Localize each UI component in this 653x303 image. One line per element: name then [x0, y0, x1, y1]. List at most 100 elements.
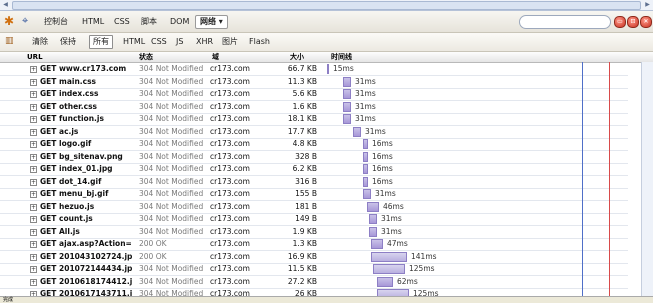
tab-script[interactable]: 脚本 — [141, 16, 157, 28]
expand-icon[interactable]: + — [30, 203, 37, 211]
request-url: GET count.js — [40, 214, 93, 223]
scroll-right-arrow-icon[interactable]: ▶ — [643, 1, 652, 8]
request-size: 11.3 KB — [287, 76, 317, 86]
filter-css[interactable]: CSS — [151, 36, 167, 48]
scroll-left-arrow-icon[interactable]: ◀ — [1, 1, 10, 8]
request-row[interactable]: + GET logo.gif 304 Not Modified cr173.com 4.… — [0, 138, 628, 151]
filter-images[interactable]: 图片 — [222, 36, 238, 48]
expand-icon[interactable]: + — [30, 178, 37, 186]
request-status: 304 Not Modified — [139, 76, 204, 86]
expand-icon[interactable]: + — [30, 278, 37, 286]
request-status: 304 Not Modified — [139, 64, 204, 73]
column-url[interactable]: URL — [27, 53, 43, 62]
timeline-bar — [369, 226, 377, 237]
request-status: 304 Not Modified — [139, 201, 204, 211]
request-size: 4.8 KB — [292, 139, 317, 148]
tab-net[interactable]: 网络 ▾ — [195, 15, 228, 29]
timeline-bar — [373, 264, 405, 274]
filter-xhr[interactable]: XHR — [196, 36, 213, 48]
timeline-bar — [363, 139, 368, 149]
expand-icon[interactable]: + — [30, 103, 37, 111]
request-row[interactable]: + GET count.js 304 Not Modified cr173.com 14… — [0, 213, 628, 226]
expand-icon[interactable]: + — [30, 191, 37, 198]
search-input[interactable] — [519, 15, 611, 29]
expand-icon[interactable]: + — [30, 241, 37, 248]
request-url: GET main.css — [40, 76, 97, 86]
expand-icon[interactable]: + — [30, 166, 37, 173]
column-status[interactable]: 状态 — [139, 53, 153, 62]
vertical-scrollbar[interactable] — [641, 62, 653, 296]
request-status: 304 Not Modified — [139, 164, 204, 173]
request-status: 200 OK — [139, 251, 167, 261]
tab-console[interactable]: 控制台 — [44, 16, 68, 28]
tab-css[interactable]: CSS — [114, 16, 130, 28]
request-url: GET 2010618174412.j — [40, 276, 133, 286]
request-url: GET 201072144434.jp — [40, 264, 133, 273]
request-row[interactable]: + GET 201072144434.jp 304 Not Modified cr17… — [0, 263, 628, 276]
request-row[interactable]: + GET ac.js 304 Not Modified cr173.com 17.7 … — [0, 126, 628, 139]
request-status: 304 Not Modified — [139, 214, 204, 223]
request-row[interactable]: + GET other.css 304 Not Modified cr173.com 1… — [0, 101, 628, 114]
expand-icon[interactable]: + — [30, 66, 37, 73]
clear-button[interactable]: 清除 — [32, 36, 48, 48]
detach-icon[interactable]: ⊡ — [627, 16, 639, 28]
tab-html[interactable]: HTML — [82, 16, 104, 28]
request-row[interactable]: + GET function.js 304 Not Modified cr173.co… — [0, 113, 628, 126]
expand-icon[interactable]: + — [30, 78, 37, 86]
request-row[interactable]: + GET index_01.jpg 304 Not Modified cr173.c… — [0, 163, 628, 176]
request-row[interactable]: + GET 201043102724.jp 200 OK cr173.com 16.9 … — [0, 251, 628, 264]
timeline-bar — [363, 164, 368, 174]
expand-icon[interactable]: + — [30, 266, 37, 273]
request-row[interactable]: + GET index.css 304 Not Modified cr173.com 5… — [0, 88, 628, 101]
request-url: GET logo.gif — [40, 139, 92, 148]
request-time: 16ms — [372, 176, 393, 186]
filter-html[interactable]: HTML — [123, 36, 145, 48]
request-row[interactable]: + GET main.css 304 Not Modified cr173.com 11… — [0, 76, 628, 89]
close-icon[interactable]: ✕ — [640, 16, 652, 28]
expand-icon[interactable]: + — [30, 153, 37, 161]
column-size[interactable]: 大小 — [290, 53, 304, 62]
filter-flash[interactable]: Flash — [249, 36, 270, 48]
request-row[interactable]: + GET bg_sitenav.png 304 Not Modified cr173… — [0, 151, 628, 164]
expand-icon[interactable]: + — [30, 141, 37, 148]
request-size: 149 B — [295, 214, 317, 223]
expand-icon[interactable]: + — [30, 253, 37, 261]
request-row[interactable]: + GET www.cr173.com 304 Not Modified cr173.… — [0, 63, 628, 76]
expand-icon[interactable]: + — [30, 216, 37, 223]
request-url: GET All.js — [40, 226, 80, 236]
request-url: GET www.cr173.com — [40, 64, 127, 73]
request-url: GET bg_sitenav.png — [40, 151, 123, 161]
request-size: 6.2 KB — [292, 164, 317, 173]
request-row[interactable]: + GET 2010618174412.j 304 Not Modified cr17… — [0, 276, 628, 289]
request-time: 31ms — [365, 126, 386, 136]
tab-dom[interactable]: DOM — [170, 16, 189, 28]
filter-js[interactable]: JS — [176, 36, 183, 48]
column-timeline[interactable]: 时间线 — [331, 53, 352, 62]
dom-content-loaded-line — [582, 62, 583, 296]
request-row[interactable]: + GET hezuo.js 304 Not Modified cr173.com 18… — [0, 201, 628, 214]
request-time: 31ms — [375, 189, 396, 198]
request-size: 316 B — [295, 176, 317, 186]
filter-all[interactable]: 所有 — [89, 35, 113, 49]
timeline-bar — [343, 89, 351, 99]
request-row[interactable]: + GET All.js 304 Not Modified cr173.com 1.9 … — [0, 226, 628, 239]
request-time: 15ms — [333, 64, 354, 73]
expand-icon[interactable]: + — [30, 91, 37, 98]
expand-icon[interactable]: + — [30, 228, 37, 236]
persist-button[interactable]: 保持 — [60, 36, 76, 48]
inspect-icon[interactable]: ⌖ — [22, 14, 28, 28]
net-panel-icon: ▥ — [5, 36, 14, 46]
request-status: 304 Not Modified — [139, 264, 204, 273]
firebug-logo-icon[interactable]: ✱ — [4, 14, 14, 28]
scrollbar-thumb[interactable] — [12, 1, 641, 10]
request-status: 304 Not Modified — [139, 226, 204, 236]
request-row[interactable]: + GET menu_bj.gif 304 Not Modified cr173.co… — [0, 188, 628, 201]
expand-icon[interactable]: + — [30, 116, 37, 123]
horizontal-scrollbar[interactable]: ◀ ▶ — [0, 0, 653, 11]
column-domain[interactable]: 域 — [212, 53, 219, 62]
timeline-bar — [363, 176, 368, 187]
expand-icon[interactable]: + — [30, 128, 37, 136]
request-row[interactable]: + GET ajax.asp?Action= 200 OK cr173.com 1.3 … — [0, 238, 628, 251]
request-row[interactable]: + GET dot_14.gif 304 Not Modified cr173.com… — [0, 176, 628, 189]
minimize-icon[interactable]: ▭ — [614, 16, 626, 28]
